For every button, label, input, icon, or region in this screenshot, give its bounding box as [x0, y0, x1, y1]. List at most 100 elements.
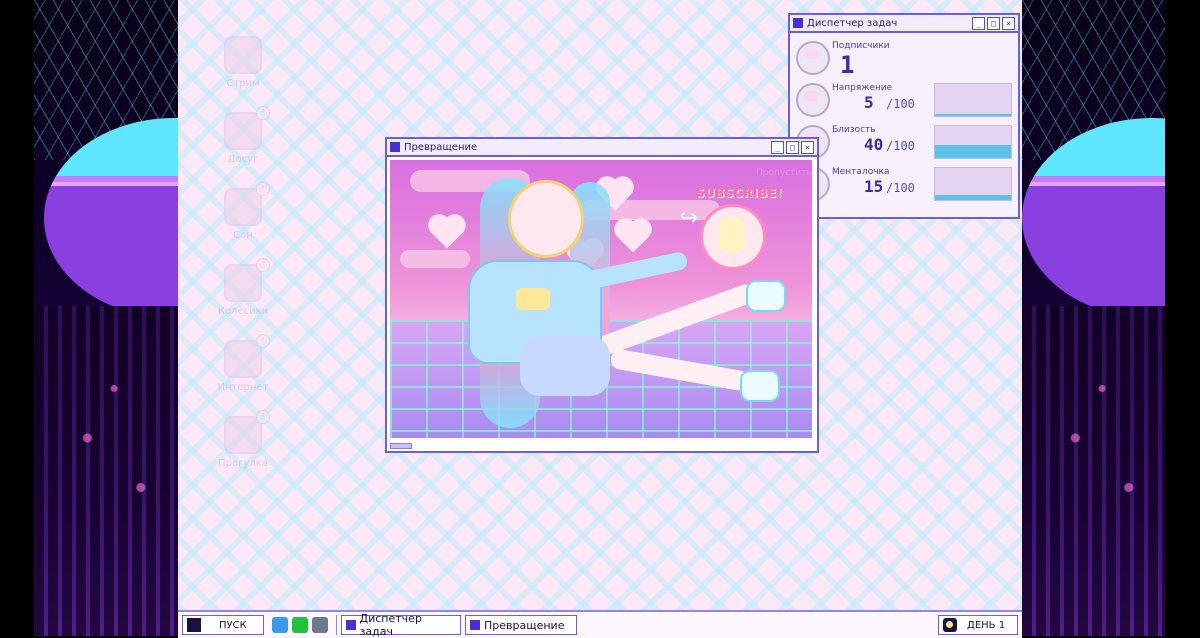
stat-stress: Напряжение 5 /100 [794, 79, 1012, 119]
desktop-icon-leisure[interactable]: ! Досуг [208, 106, 278, 182]
alert-badge-icon: ! [256, 258, 270, 272]
desktop-icon-stream[interactable]: Стрим [208, 36, 278, 106]
title-bar[interactable]: Диспетчер задач _ □ × [790, 15, 1018, 33]
desktop-icon-walk[interactable]: ! Прогулка [208, 410, 278, 486]
stat-value: 40 [864, 135, 884, 154]
moon-icon [943, 618, 957, 632]
stat-subscribers: Подписчики 1 [794, 37, 1012, 79]
window-icon [346, 620, 356, 630]
desktop-icon-label: Досуг [227, 154, 259, 165]
day-label: ДЕНЬ 1 [967, 619, 1006, 631]
character-bow [516, 288, 550, 310]
maximize-button[interactable]: □ [786, 140, 799, 154]
character-head [508, 180, 584, 258]
pills-icon: ! [224, 258, 270, 302]
stat-label: Близость [832, 125, 876, 135]
desktop-icon-label: Стрим [226, 78, 260, 89]
meter-fill [935, 114, 1011, 116]
twitter-icon[interactable] [272, 617, 288, 633]
window-title: Диспетчер задач [807, 17, 898, 29]
start-button[interactable]: ПУСК [182, 615, 264, 635]
swirl-arrow-icon: ↪ [680, 206, 699, 231]
stream-icon [224, 36, 262, 74]
task-manager-body: Подписчики 1 Напряжение 5 /100 Близость … [790, 33, 1018, 217]
desktop-icon-sleep[interactable]: ! Сон [208, 182, 278, 258]
alert-badge-icon: ! [256, 182, 270, 196]
alert-badge-icon: ! [256, 410, 270, 424]
minimize-button[interactable]: _ [972, 16, 985, 30]
stat-meter [934, 83, 1012, 117]
window-resize-handle[interactable] [390, 443, 412, 449]
stat-label: Подписчики [832, 41, 890, 51]
task-label: Превращение [484, 618, 565, 632]
window-title: Превращение [404, 141, 478, 153]
right-black-edge [1165, 0, 1200, 636]
stat-max: /100 [886, 181, 915, 195]
task-label: Диспетчер задач [359, 612, 422, 638]
cloud [400, 250, 470, 268]
sleep-icon: ! [224, 182, 270, 226]
stat-value: 1 [840, 51, 855, 79]
line-icon[interactable] [292, 617, 308, 633]
character-skirt [520, 336, 610, 396]
alert-badge-icon: ! [256, 334, 270, 348]
left-background-panel [0, 0, 178, 636]
transformation-window[interactable]: Превращение _ □ × Пропустить SUBSCRIBE! … [385, 137, 819, 453]
task-manager-window[interactable]: Диспетчер задач _ □ × Подписчики 1 Напря… [788, 13, 1020, 219]
stat-max: /100 [886, 97, 915, 111]
desktop-icon-label: Прогулка [218, 458, 268, 469]
close-button[interactable]: × [1002, 16, 1015, 30]
stat-affection: Близость 40 /100 [794, 121, 1012, 161]
character-face-icon [796, 83, 830, 117]
heart-icon [617, 221, 649, 253]
day-indicator[interactable]: ДЕНЬ 1 [938, 615, 1018, 635]
taskbar-task-manager[interactable]: Диспетчер задач [341, 612, 461, 638]
desktop-icon-internet[interactable]: ! Интернет [208, 334, 278, 410]
stat-mental: Менталочка 15 /100 [794, 163, 1012, 203]
skip-button[interactable]: Пропустить [756, 168, 812, 178]
meter-fill [935, 145, 1011, 158]
minimize-button[interactable]: _ [771, 140, 784, 154]
desktop-icon-label: Сон [233, 230, 253, 241]
character-shoe [740, 370, 780, 402]
start-icon [187, 618, 201, 632]
taskbar-transformation[interactable]: Превращение [465, 615, 577, 635]
stat-label: Напряжение [832, 83, 893, 93]
subscribe-text: SUBSCRIBE! [696, 186, 783, 200]
desktop-icon-pills[interactable]: ! Колёсики [208, 258, 278, 334]
stat-meter [934, 125, 1012, 159]
avatar [700, 204, 766, 270]
start-label: ПУСК [219, 619, 247, 631]
transformation-scene: Пропустить SUBSCRIBE! ↪ [390, 160, 812, 438]
desktop-icon-column: Стрим ! Досуг ! Сон ! Колёсики ! Интерне… [208, 30, 278, 486]
close-button[interactable]: × [801, 140, 814, 154]
window-icon [390, 142, 400, 152]
internet-icon: ! [224, 334, 270, 378]
stat-label: Менталочка [832, 167, 890, 177]
monitor-icon[interactable] [312, 617, 328, 633]
stat-max: /100 [886, 139, 915, 153]
transformation-body: Пропустить SUBSCRIBE! ↪ [387, 157, 817, 451]
heart-icon [431, 217, 463, 249]
stat-value: 15 [864, 177, 884, 196]
cable-machinery [34, 306, 178, 636]
taskbar-divider [336, 615, 337, 635]
stat-value: 5 [864, 93, 874, 112]
leisure-icon: ! [224, 106, 270, 150]
desktop-icon-label: Интернет [217, 382, 269, 393]
title-bar[interactable]: Превращение _ □ × [387, 139, 817, 157]
meter-fill [935, 195, 1011, 200]
taskbar: ПУСК Диспетчер задач Превращение ДЕНЬ 1 [178, 610, 1022, 638]
walk-icon: ! [224, 410, 270, 454]
left-black-edge [0, 0, 34, 636]
maximize-button[interactable]: □ [987, 16, 1000, 30]
character-face-icon [796, 41, 830, 75]
right-background-panel [1022, 0, 1200, 636]
stat-meter [934, 167, 1012, 201]
quick-launch [272, 617, 332, 633]
window-icon [470, 620, 480, 630]
character-shoe [746, 280, 786, 312]
window-icon [793, 18, 803, 28]
desktop-icon-label: Колёсики [217, 306, 269, 317]
alert-badge-icon: ! [256, 106, 270, 120]
